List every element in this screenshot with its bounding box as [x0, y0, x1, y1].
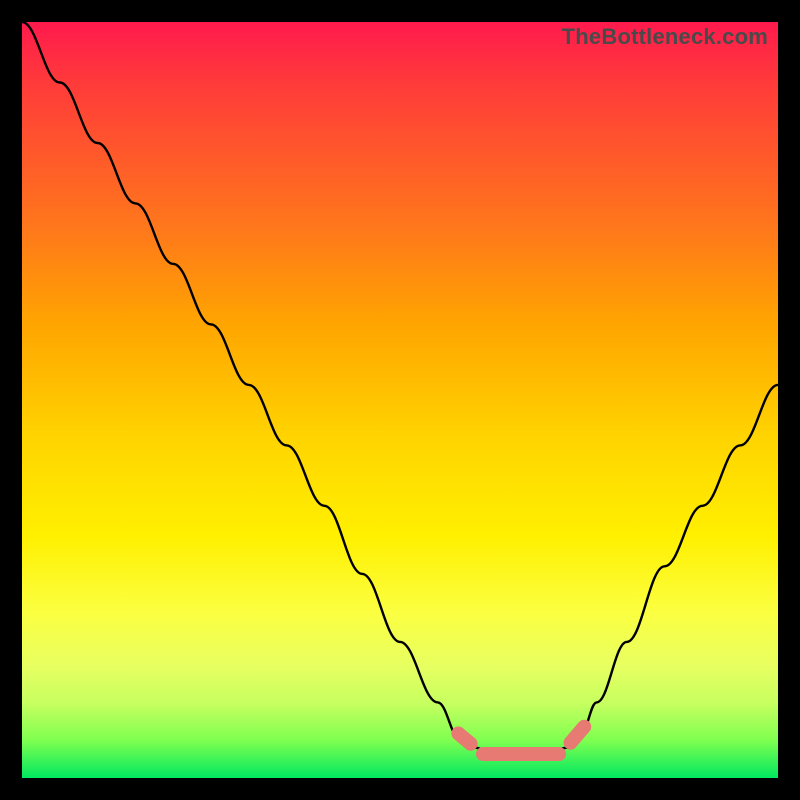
highlight-marker [476, 747, 567, 761]
highlight-marker [561, 717, 594, 753]
curve-path [22, 22, 778, 754]
plot-area: TheBottleneck.com [22, 22, 778, 778]
chart-frame: TheBottleneck.com [0, 0, 800, 800]
highlight-marker [448, 723, 480, 753]
bottleneck-curve [22, 22, 778, 778]
watermark-label: TheBottleneck.com [562, 24, 768, 50]
